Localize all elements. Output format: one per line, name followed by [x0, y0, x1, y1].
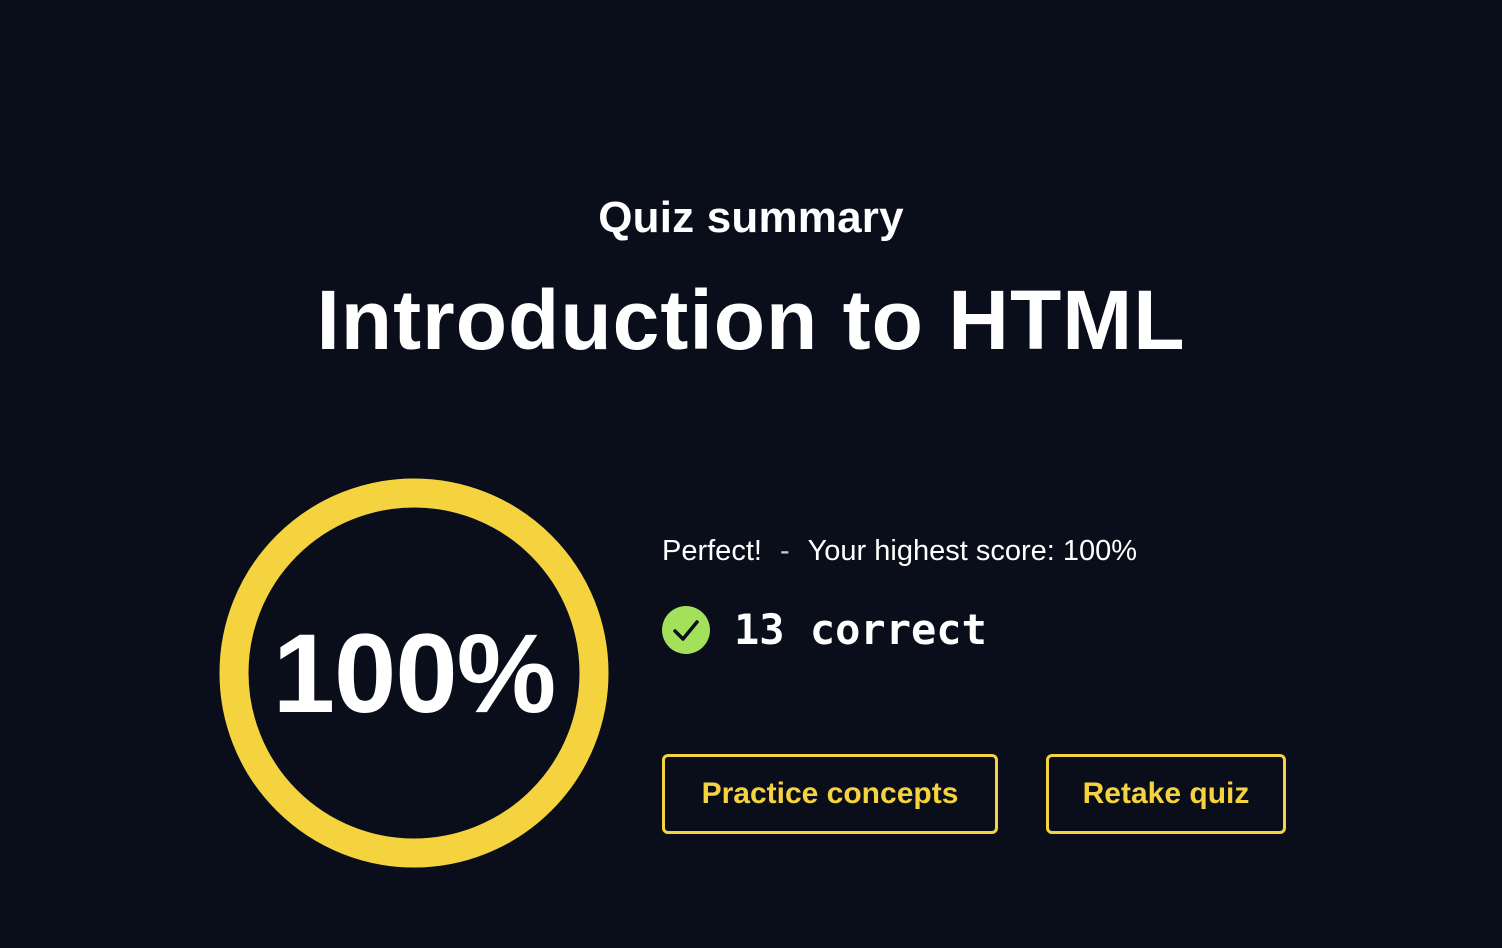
- correct-count-row: 13 correct: [662, 606, 987, 654]
- page-kicker: Quiz summary: [598, 193, 904, 242]
- check-circle-icon: [662, 606, 710, 654]
- highest-score: Your highest score: 100%: [807, 535, 1138, 567]
- page-title: Introduction to HTML: [316, 273, 1186, 367]
- score-percent: 100%: [272, 610, 556, 736]
- result-verdict: Perfect!: [662, 535, 762, 567]
- practice-concepts-button[interactable]: Practice concepts: [662, 754, 998, 834]
- result-separator: -: [779, 535, 790, 567]
- result-summary: Perfect! - Your highest score: 100%: [662, 532, 1137, 570]
- score-ring: 100%: [219, 478, 609, 868]
- retake-quiz-button[interactable]: Retake quiz: [1046, 754, 1286, 834]
- correct-count: 13 correct: [734, 605, 987, 654]
